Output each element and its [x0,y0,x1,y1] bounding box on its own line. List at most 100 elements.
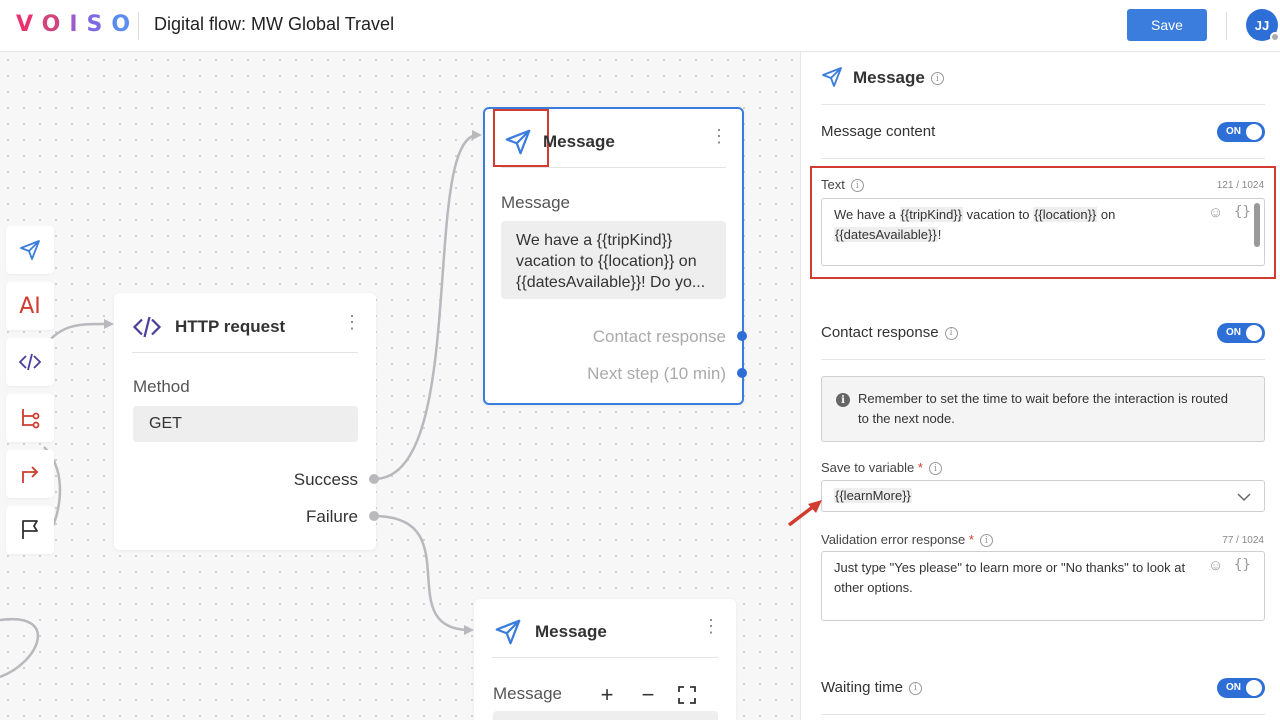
label-text: Validation error response [821,532,966,547]
variable-chip: {{tripKind}} [899,207,963,222]
text-segment: ! [937,227,942,242]
failure-port[interactable] [369,511,379,521]
chevron-down-icon [1237,493,1251,502]
scrollbar[interactable] [1254,203,1260,247]
selected-variable: {{learnMore}} [834,488,912,503]
divider [821,359,1265,360]
more-options-icon[interactable]: ⋮ [343,313,361,331]
fit-screen-icon [678,686,696,704]
message-preview [493,711,718,720]
node-title: Message [535,622,607,641]
toggle-knob [1246,680,1262,696]
fit-screen-button[interactable] [672,680,702,710]
method-label: Method [133,377,190,396]
toggle-knob [1246,124,1262,140]
message-content-label: Message content [821,123,936,140]
redirect-tool-button[interactable] [6,450,54,498]
branch-icon [22,409,40,429]
info-icon[interactable]: i [850,179,864,193]
waiting-time-toggle[interactable]: ON [1217,678,1265,698]
port-label-next-step: Next step (10 min) [587,364,726,383]
more-options-icon[interactable]: ⋮ [702,617,720,635]
divider [821,104,1265,105]
send-icon [505,129,531,155]
required-marker: * [917,460,923,475]
ai-tool-button[interactable]: AI [6,282,54,330]
logo-letter: S [86,12,112,37]
info-icon: i [836,393,850,407]
waiting-time-text: Waiting time [821,679,903,696]
http-tool-button[interactable] [6,338,54,386]
message-tool-button[interactable] [6,226,54,274]
text-field-label: Text i [821,177,864,193]
more-options-icon[interactable]: ⋮ [710,127,728,145]
contact-response-toggle[interactable]: ON [1217,323,1265,343]
variables-icon[interactable]: {} [1234,557,1251,573]
message-node-selected[interactable]: Message ⋮ Message We have a {{tripKind}}… [483,107,747,405]
panel-title: Message i [853,68,944,88]
node-title: HTTP request [175,317,286,336]
logo-letter: O [111,12,140,37]
info-icon[interactable]: i [930,72,944,86]
text-segment: We have a [834,207,900,222]
flag-icon [22,520,38,539]
validation-error-input[interactable]: Just type "Yes please" to learn more or … [821,551,1265,621]
send-icon [822,67,842,87]
save-to-variable-select[interactable]: {{learnMore}} [821,480,1265,512]
divider [492,657,718,658]
condition-tool-button[interactable] [6,394,54,442]
voiso-logo[interactable]: VOISO [16,12,139,37]
port-label-failure: Failure [306,507,358,526]
port-label-contact-response: Contact response [592,327,726,346]
info-icon[interactable]: i [908,681,922,695]
end-tool-button[interactable] [6,506,54,554]
text-segment: vacation to [962,207,1034,222]
info-icon[interactable]: i [928,462,942,476]
port-label-success: Success [293,470,358,489]
divider [821,714,1265,715]
logo-letter: O [41,12,70,37]
waiting-time-label: Waiting time i [821,679,922,696]
properties-panel: Message i Message content ON Text i 121 / … [800,52,1280,720]
panel-title-text: Message [853,68,925,87]
method-value: GET [133,406,358,442]
text-label: Text [821,177,845,192]
annotation-arrow [787,500,822,527]
zoom-out-button[interactable]: − [633,680,663,710]
logo-letter: V [16,12,42,37]
variable-chip: {{location}} [1033,207,1098,222]
flow-canvas[interactable]: AI HTTP request ⋮ Method GET Success Fai… [0,52,800,720]
next-step-port[interactable] [737,368,747,378]
code-icon [18,353,42,371]
message-text-input[interactable]: We have a {{tripKind}} vacation to {{loc… [821,198,1265,266]
save-button[interactable]: Save [1127,9,1207,41]
app-header: VOISO Digital flow: MW Global Travel Sav… [0,0,1280,52]
contact-response-port[interactable] [737,331,747,341]
message-content-toggle[interactable]: ON [1217,122,1265,142]
validation-error-label: Validation error response * i [821,532,993,548]
success-port[interactable] [369,474,379,484]
required-marker: * [968,532,974,547]
save-to-variable-label: Save to variable * i [821,460,942,476]
divider [501,167,726,168]
toggle-label: ON [1226,126,1241,137]
text-segment: on [1097,207,1116,222]
char-counter: 77 / 1024 [1222,535,1264,546]
message-label: Message [501,193,570,212]
message-preview: We have a {{tripKind}} vacation to {{loc… [501,221,726,299]
emoji-icon[interactable]: ☺ [1208,204,1223,221]
divider [821,158,1265,159]
emoji-icon[interactable]: ☺ [1208,557,1223,574]
info-icon[interactable]: i [944,326,958,340]
info-icon[interactable]: i [979,534,993,548]
variables-icon[interactable]: {} [1234,204,1251,220]
http-request-node[interactable]: HTTP request ⋮ Method GET Success Failur… [114,293,379,550]
toggle-knob [1246,325,1262,341]
contact-response-label: Contact response i [821,324,958,341]
node-toolbar: AI [6,226,54,562]
zoom-in-button[interactable]: + [592,680,622,710]
code-icon [132,316,162,338]
divider [132,352,358,353]
variable-chip: {{datesAvailable}} [834,227,938,242]
toggle-label: ON [1226,327,1241,338]
